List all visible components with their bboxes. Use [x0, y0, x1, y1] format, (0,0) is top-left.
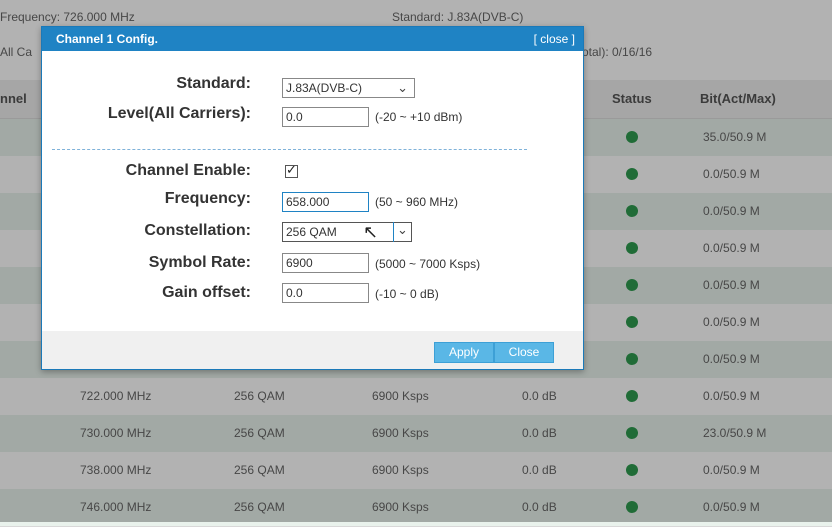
chevron-down-icon: ⌄ — [393, 222, 411, 242]
standard-select[interactable]: J.83A(DVB-C) ⌄ — [282, 78, 415, 98]
channel-enable-checkbox[interactable]: ✓ — [285, 162, 298, 178]
symbol-rate-hint: (5000 ~ 7000 Ksps) — [375, 257, 481, 271]
level-input[interactable]: 0.0 — [282, 107, 369, 127]
close-button[interactable]: Close — [494, 342, 554, 363]
enable-label: Channel Enable: — [125, 162, 251, 179]
chevron-down-icon: ⌄ — [397, 80, 408, 95]
frequency-label: Frequency: — [164, 190, 251, 207]
constellation-label: Constellation: — [144, 222, 251, 239]
level-hint: (-20 ~ +10 dBm) — [375, 110, 463, 124]
mouse-cursor-icon: ↖ — [363, 222, 379, 242]
standard-label: Standard: — [176, 75, 251, 92]
constellation-select[interactable]: 256 QAM ⌄ ↖ — [282, 222, 412, 242]
gain-offset-label: Gain offset: — [162, 284, 251, 301]
frequency-input[interactable]: 658.000 — [282, 192, 369, 212]
channel-config-dialog: Channel 1 Config. [ close ] Standard: J.… — [41, 26, 584, 370]
check-icon: ✓ — [286, 162, 297, 177]
gain-offset-input[interactable]: 0.0 — [282, 283, 369, 303]
gain-offset-hint: (-10 ~ 0 dB) — [375, 287, 439, 301]
apply-button[interactable]: Apply — [434, 342, 494, 363]
dialog-header: Channel 1 Config. [ close ] — [42, 27, 583, 51]
symbol-rate-label: Symbol Rate: — [148, 254, 251, 271]
standard-select-value: J.83A(DVB-C) — [286, 81, 363, 95]
section-divider — [52, 149, 527, 150]
constellation-select-value: 256 QAM — [286, 225, 337, 239]
frequency-hint: (50 ~ 960 MHz) — [375, 195, 459, 209]
dialog-close-link[interactable]: [ close ] — [534, 32, 575, 46]
symbol-rate-input[interactable]: 6900 — [282, 253, 369, 273]
level-label: Level(All Carriers): — [107, 105, 251, 122]
dialog-title: Channel 1 Config. — [56, 32, 158, 46]
